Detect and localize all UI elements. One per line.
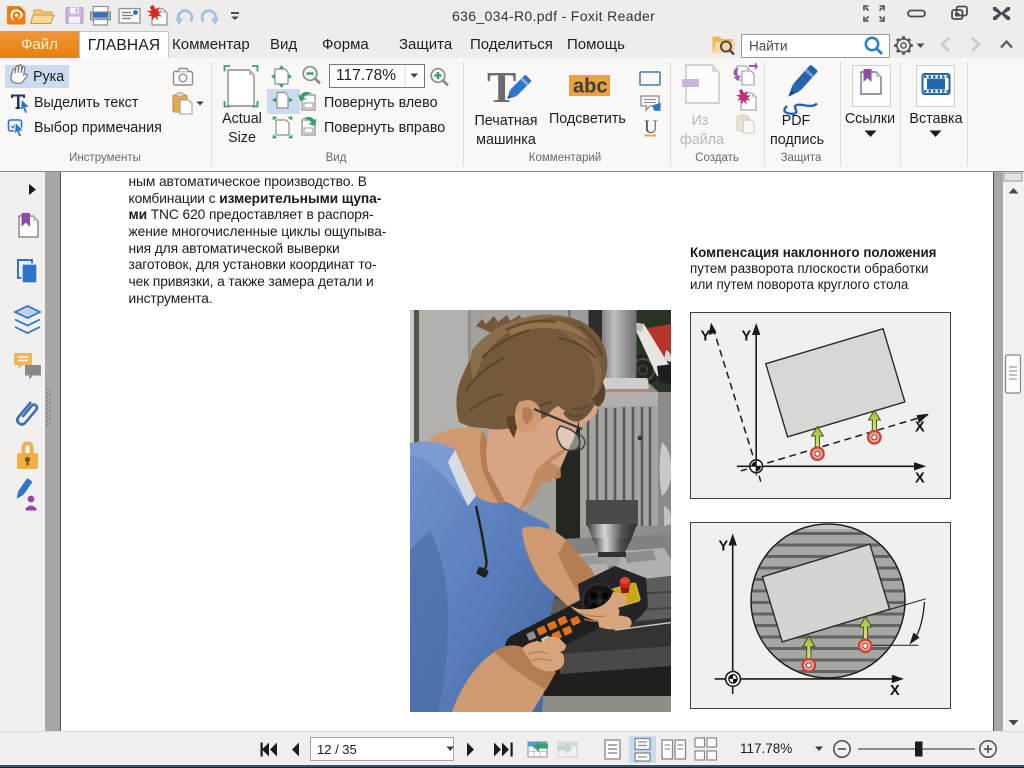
svg-text:Найти: Найти [749, 39, 788, 54]
svg-text:X: X [915, 419, 925, 435]
svg-text:Y: Y [719, 539, 729, 555]
svg-text:abc: abc [573, 76, 607, 98]
svg-text:Y: Y [701, 328, 711, 344]
svg-text:X: X [915, 470, 925, 486]
svg-text:Y: Y [742, 328, 752, 344]
svg-text:X: X [890, 683, 900, 699]
svg-text:T: T [487, 63, 516, 112]
